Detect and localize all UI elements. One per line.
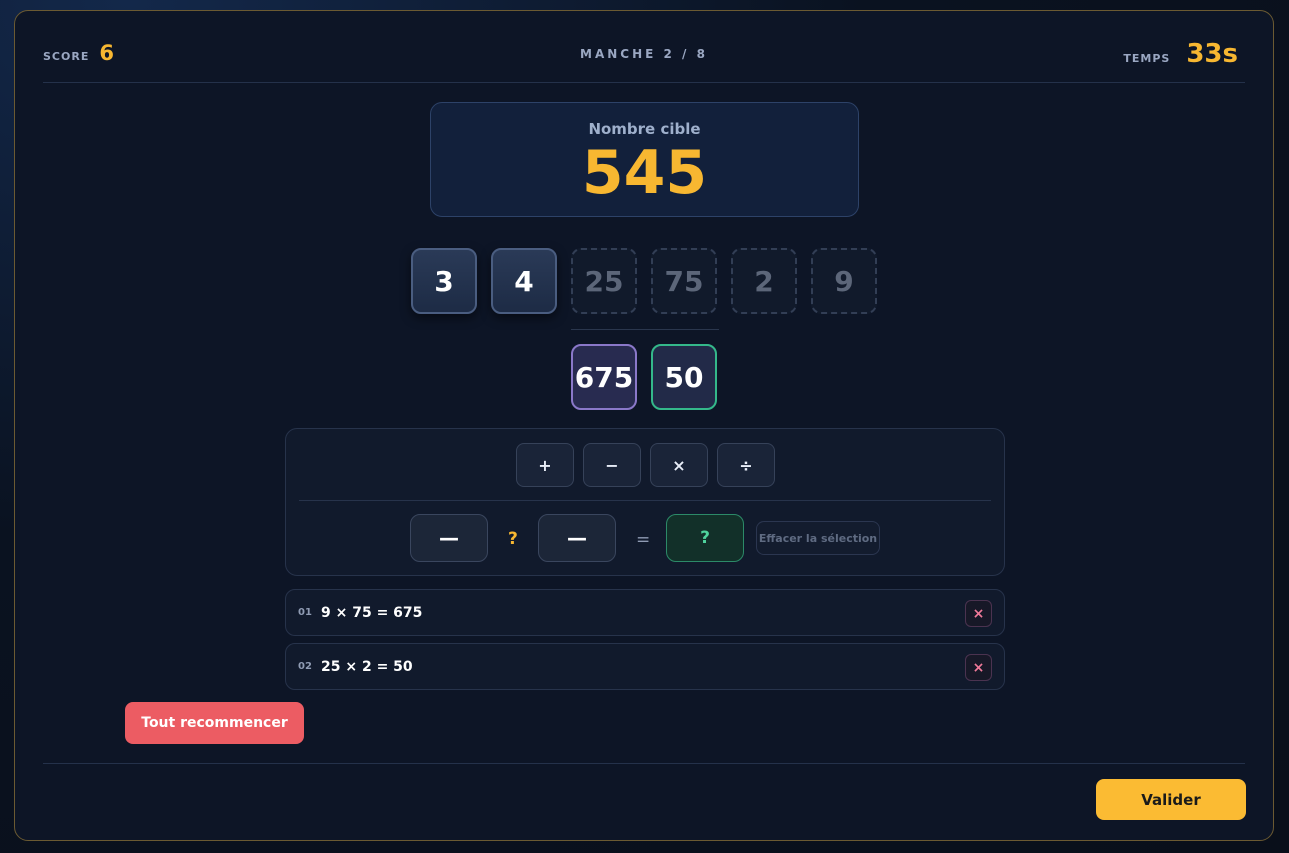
remove-step-button[interactable]: × [965, 600, 992, 627]
reset-all-button[interactable]: Tout recommencer [125, 702, 304, 744]
number-tile-1[interactable]: 3 [411, 248, 477, 314]
target-card: Nombre cible 545 [430, 102, 859, 217]
game-panel: SCORE 6 MANCHE 2 / 8 TEMPS 33s Nombre ci… [14, 10, 1274, 841]
timer-display: TEMPS 33s [1123, 39, 1238, 69]
result-slot: ? [666, 514, 744, 562]
history-index: 01 [298, 607, 312, 618]
right-operand-slot[interactable]: — [538, 514, 616, 562]
history-row: 01 9 × 75 = 675 × [285, 589, 1005, 636]
number-tile-2[interactable]: 4 [491, 248, 557, 314]
time-value: 33s [1186, 39, 1238, 69]
operation-panel: + − × ÷ — ? — = ? Effacer la sélection [285, 428, 1005, 576]
header-divider [43, 82, 1245, 83]
footer-divider [43, 763, 1245, 764]
remove-step-button[interactable]: × [965, 654, 992, 681]
history-expression: 25 × 2 = 50 [321, 658, 413, 675]
multiply-operator-button[interactable]: × [650, 443, 708, 487]
tiles-divider [571, 329, 719, 330]
operation-divider [299, 500, 991, 501]
left-operand-slot[interactable]: — [410, 514, 488, 562]
time-label: TEMPS [1123, 52, 1171, 65]
add-operator-button[interactable]: + [516, 443, 574, 487]
operator-slot: ? [508, 529, 518, 549]
clear-selection-button[interactable]: Effacer la sélection [756, 521, 880, 555]
history-row: 02 25 × 2 = 50 × [285, 643, 1005, 690]
divide-operator-button[interactable]: ÷ [717, 443, 775, 487]
result-tile-2[interactable]: 50 [651, 344, 717, 410]
target-number: 545 [581, 138, 708, 208]
history-expression: 9 × 75 = 675 [321, 604, 423, 621]
equals-sign: = [636, 530, 651, 550]
number-tile-3-used: 25 [571, 248, 637, 314]
number-tile-4-used: 75 [651, 248, 717, 314]
result-tile-1[interactable]: 675 [571, 344, 637, 410]
number-tile-5-used: 2 [731, 248, 797, 314]
target-label: Nombre cible [588, 120, 701, 138]
round-indicator: MANCHE 2 / 8 [580, 47, 708, 61]
validate-button[interactable]: Valider [1096, 779, 1246, 820]
subtract-operator-button[interactable]: − [583, 443, 641, 487]
number-tile-6-used: 9 [811, 248, 877, 314]
history-index: 02 [298, 661, 312, 672]
